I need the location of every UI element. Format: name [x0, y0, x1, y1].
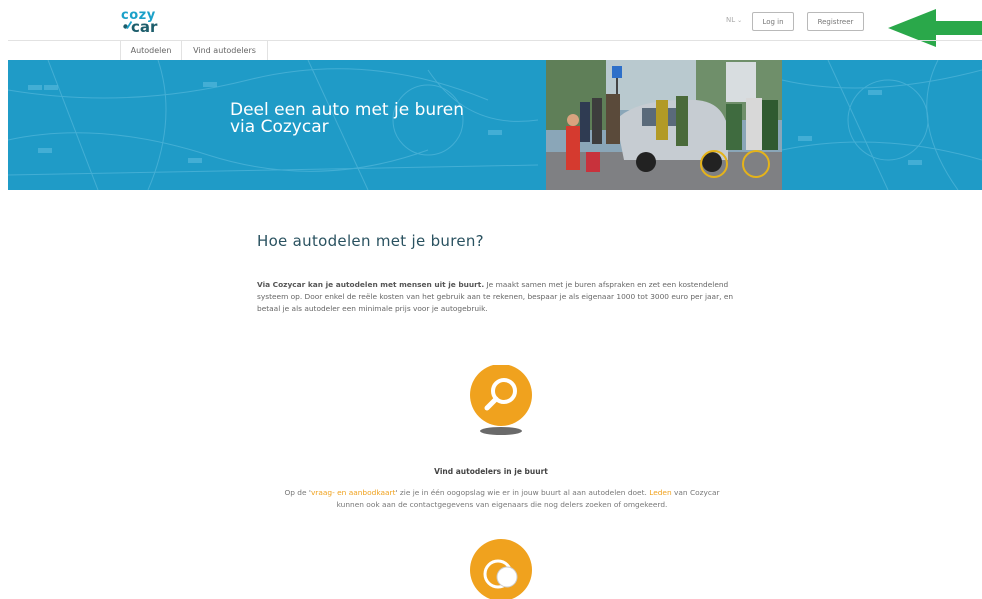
people-icon: [470, 539, 532, 599]
page-heading: Hoe autodelen met je buren?: [257, 232, 484, 250]
step-text-pre: Op de ': [284, 488, 311, 497]
chevron-down-icon: ⌄: [737, 17, 743, 24]
hero-banner: Deel een auto met je buren via Cozycar: [8, 60, 982, 190]
intro-paragraph: Via Cozycar kan je autodelen met mensen …: [257, 279, 747, 316]
hero-photo: [546, 60, 782, 190]
language-selector[interactable]: NL ⌄: [726, 16, 742, 24]
step-text-mid: ' zie je in één oogopslag wie er in jouw…: [395, 488, 650, 497]
map-background: [8, 60, 982, 190]
site-header: cozy car NL ⌄ Log in Registreer: [0, 0, 982, 47]
step-title: Vind autodelers in je buurt: [434, 467, 548, 476]
map-link[interactable]: vraag- en aanbodkaart: [311, 488, 396, 497]
main-nav: Autodelen Vind autodelers: [8, 40, 982, 61]
login-button[interactable]: Log in: [752, 12, 794, 31]
search-icon: [470, 365, 532, 435]
cozycar-logo[interactable]: cozy car: [121, 8, 181, 36]
hero-title: Deel een auto met je buren via Cozycar: [230, 100, 464, 137]
step-description: Op de 'vraag- en aanbodkaart' zie je in …: [270, 487, 734, 511]
register-button[interactable]: Registreer: [807, 12, 864, 31]
tab-autodelen[interactable]: Autodelen: [120, 41, 182, 61]
intro-bold-text: Via Cozycar kan je autodelen met mensen …: [257, 280, 485, 289]
language-label: NL: [726, 16, 736, 24]
members-link[interactable]: Leden: [649, 488, 671, 497]
logo-text-car: car: [131, 18, 158, 36]
tab-vind-autodelers[interactable]: Vind autodelers: [182, 41, 268, 61]
